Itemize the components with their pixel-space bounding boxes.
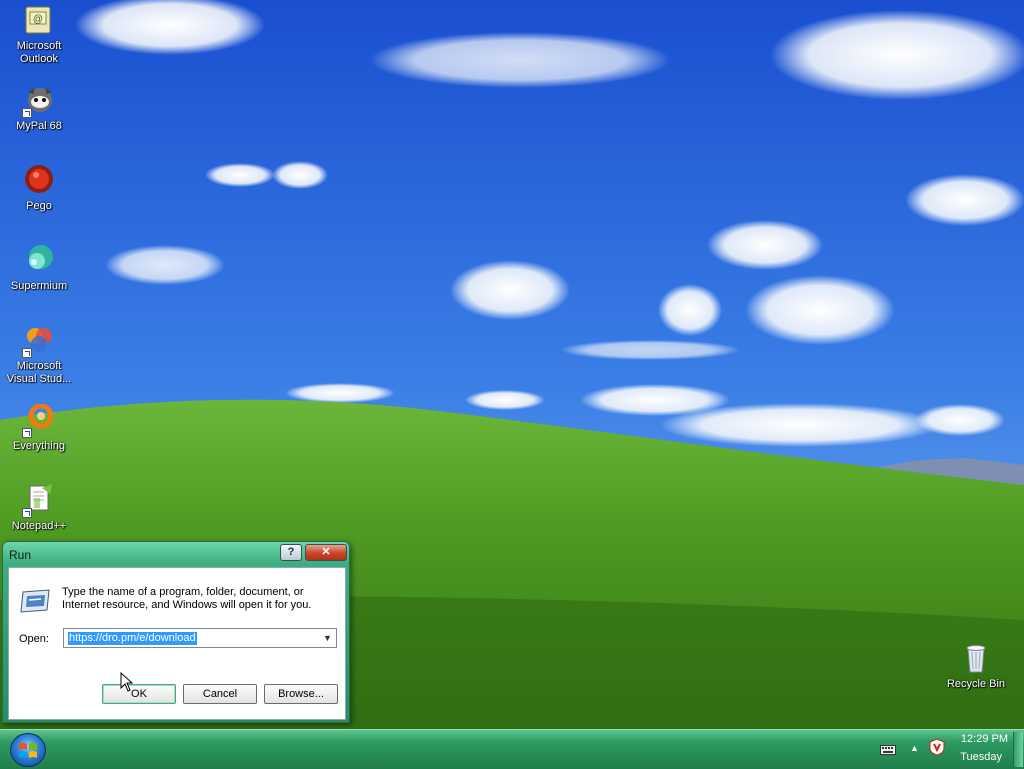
desktop-icon-visual-studio[interactable]: Microsoft Visual Stud... bbox=[0, 324, 78, 386]
open-combobox[interactable]: https://dro.pm/e/download ▼ bbox=[63, 628, 337, 648]
visual-studio-icon bbox=[22, 324, 56, 358]
run-program-icon bbox=[20, 589, 50, 613]
desktop-icon-supermium[interactable]: Supermium bbox=[0, 244, 78, 293]
desktop-icon-label: Recycle Bin bbox=[946, 678, 1006, 690]
help-button[interactable]: ? bbox=[280, 544, 302, 561]
notepadpp-icon bbox=[22, 484, 56, 518]
svg-text:@: @ bbox=[33, 14, 43, 25]
tray-app-icon[interactable] bbox=[928, 738, 946, 756]
ok-button[interactable]: OK bbox=[102, 684, 176, 704]
desktop-icon-label: Notepad++ bbox=[11, 520, 67, 532]
dialog-title: Run bbox=[9, 548, 32, 562]
outlook-icon: @ bbox=[22, 4, 56, 38]
desktop-icon-label: Pego bbox=[26, 200, 52, 212]
pego-icon bbox=[22, 164, 56, 198]
clock-time[interactable]: 12:29 PM bbox=[956, 733, 1008, 745]
browse-button[interactable]: Browse... bbox=[264, 684, 338, 704]
taskbar: ▲ 12:29 PM Tuesday bbox=[0, 729, 1024, 769]
open-input-value[interactable]: https://dro.pm/e/download bbox=[68, 632, 197, 645]
run-description: Type the name of a program, folder, docu… bbox=[62, 586, 312, 611]
mypal-icon bbox=[22, 84, 56, 118]
desktop-icon-label: Supermium bbox=[10, 280, 68, 292]
open-label: Open: bbox=[19, 633, 49, 645]
desktop-icon-pego[interactable]: Pego bbox=[0, 164, 78, 213]
shortcut-arrow-icon bbox=[22, 508, 32, 518]
desktop-icon-outlook[interactable]: @ Microsoft Outlook bbox=[0, 4, 78, 66]
show-hidden-icon[interactable]: ▲ bbox=[910, 743, 919, 753]
run-dialog-titlebar[interactable]: Run ? ✕ bbox=[3, 542, 349, 566]
desktop-icon-everything[interactable]: Everything bbox=[0, 404, 78, 453]
shortcut-arrow-icon bbox=[22, 428, 32, 438]
desktop-icon-mypal[interactable]: MyPal 68 bbox=[0, 84, 78, 133]
recycle-bin-icon bbox=[959, 642, 993, 676]
desktop-icon-label: Everything bbox=[13, 440, 65, 452]
show-desktop-button[interactable] bbox=[1013, 732, 1023, 767]
chevron-down-icon[interactable]: ▼ bbox=[319, 629, 336, 647]
run-dialog-body: Type the name of a program, folder, docu… bbox=[8, 567, 346, 720]
mouse-cursor-icon bbox=[120, 672, 134, 692]
desktop-icon-recycle-bin[interactable]: Recycle Bin bbox=[937, 642, 1015, 691]
clock-day[interactable]: Tuesday bbox=[956, 751, 1002, 763]
windows-logo-icon bbox=[19, 743, 37, 758]
desktop-icon-label: MyPal 68 bbox=[16, 120, 62, 132]
system-tray: ▲ 12:29 PM Tuesday bbox=[872, 730, 1024, 769]
run-dialog[interactable]: Run ? ✕ Type the name of a program, fold… bbox=[2, 541, 350, 723]
start-button[interactable] bbox=[10, 733, 46, 767]
supermium-icon bbox=[22, 244, 56, 278]
cancel-button[interactable]: Cancel bbox=[183, 684, 257, 704]
keyboard-icon[interactable] bbox=[880, 745, 896, 755]
desktop-icon-label: Microsoft Outlook bbox=[16, 40, 62, 65]
desktop-icon-notepadpp[interactable]: Notepad++ bbox=[0, 484, 78, 533]
desktop-icon-label: Microsoft Visual Stud... bbox=[6, 360, 72, 385]
everything-icon bbox=[22, 404, 56, 438]
shortcut-arrow-icon bbox=[22, 108, 32, 118]
shortcut-arrow-icon bbox=[22, 348, 32, 358]
close-button[interactable]: ✕ bbox=[305, 544, 347, 561]
